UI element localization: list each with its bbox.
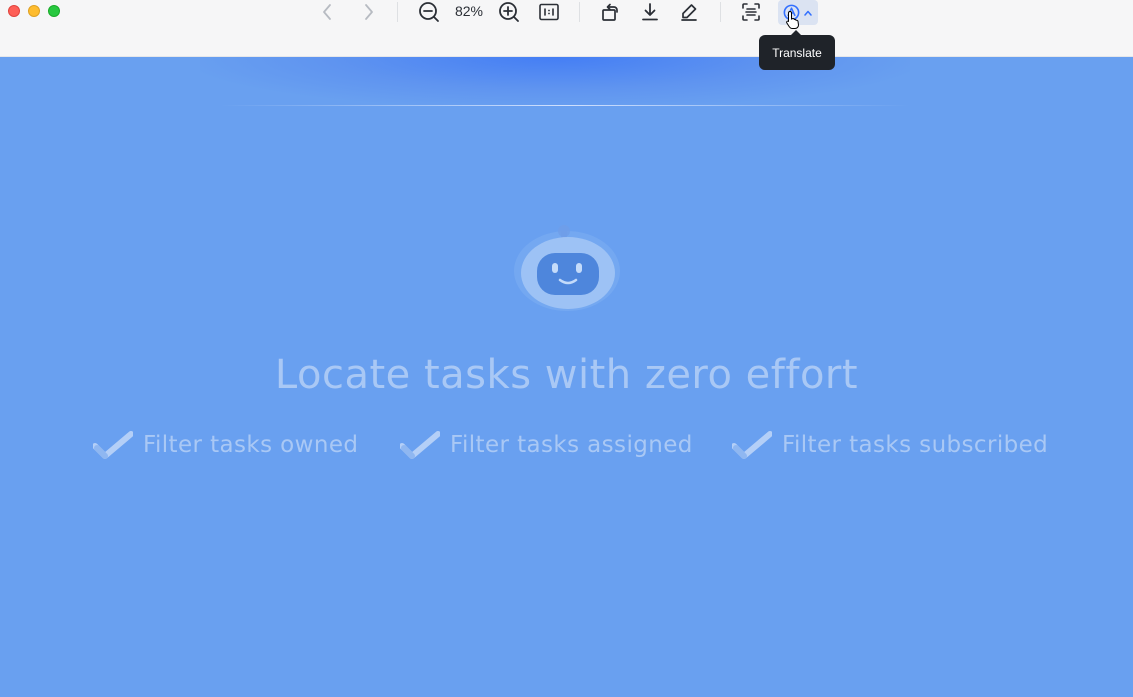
chevron-up-icon [804, 10, 812, 16]
hand-pointer-cursor-icon [786, 10, 800, 29]
check-icon [732, 431, 772, 459]
toolbar-separator [720, 2, 721, 22]
back-arrow-icon [323, 4, 331, 20]
scan-text-icon [742, 3, 760, 21]
feature-list: Filter tasks owned Filter tasks assigned… [0, 430, 1133, 466]
download-icon [642, 3, 658, 21]
check-icon [400, 431, 440, 459]
zoom-level[interactable]: 82% [449, 3, 489, 19]
zoom-in-icon [499, 2, 519, 22]
feature-item-assigned: Filter tasks assigned [400, 430, 693, 460]
feature-label: Filter tasks owned [143, 432, 359, 458]
forward-arrow-icon [365, 4, 373, 20]
toolbar-separator [397, 2, 398, 22]
feature-label: Filter tasks subscribed [782, 432, 1049, 458]
fullscreen-window-button[interactable] [48, 5, 60, 17]
zoom-in-button[interactable] [498, 0, 520, 24]
feature-item-owned: Filter tasks owned [93, 430, 358, 460]
scan-text-button[interactable] [740, 0, 762, 24]
feature-item-subscribed: Filter tasks subscribed [732, 430, 1048, 460]
minimize-window-button[interactable] [28, 5, 40, 17]
zoom-out-button[interactable] [418, 0, 440, 24]
promo-headline: Locate tasks with zero effort [274, 352, 859, 398]
toolbar-separator [579, 2, 580, 22]
feature-label: Filter tasks assigned [450, 432, 693, 458]
zoom-out-icon [419, 2, 439, 22]
robot-mascot-icon [514, 225, 620, 311]
rotate-button[interactable] [599, 0, 621, 24]
actual-size-icon [539, 3, 559, 21]
download-button[interactable] [640, 0, 660, 24]
translate-tooltip: Translate [759, 30, 835, 70]
annotate-button[interactable] [679, 0, 699, 24]
check-icon [93, 431, 133, 459]
window-controls [8, 5, 60, 17]
rotate-icon [602, 3, 618, 21]
back-button[interactable] [318, 0, 336, 24]
forward-button[interactable] [360, 0, 378, 24]
viewer-toolbar: 82% Translate [0, 0, 1133, 70]
close-window-button[interactable] [8, 5, 20, 17]
actual-size-button[interactable] [538, 0, 560, 24]
header-glow-line [220, 105, 910, 106]
edit-pen-icon [681, 4, 697, 21]
